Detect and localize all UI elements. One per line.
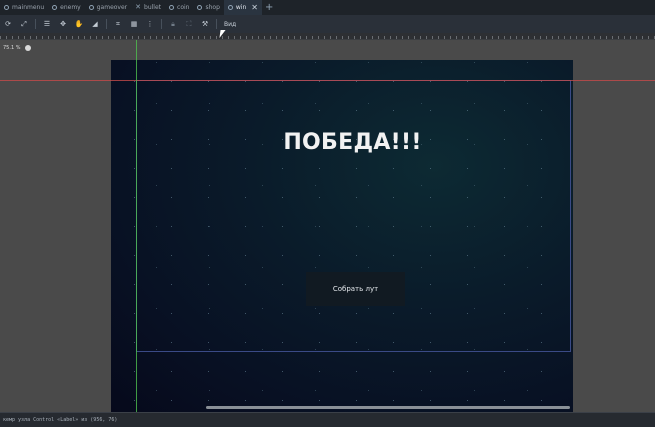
scene-circle-icon xyxy=(169,5,175,10)
editor-toolbar: ⟳ ⤢ ☰ ✥ ✋ ◢ ⌗ ▦ ⋮ 🔒︎ ⛶ ⚒ Вид xyxy=(0,15,655,33)
scene-circle-icon xyxy=(52,5,58,10)
tab-shop[interactable]: shop xyxy=(193,0,223,15)
zoom-indicator: 75.1 % xyxy=(3,45,32,51)
viewport-frame xyxy=(136,80,571,352)
add-tab-icon[interactable]: + xyxy=(262,2,276,13)
pivot-icon[interactable]: ✥ xyxy=(57,18,69,30)
scene-circle-icon xyxy=(88,5,94,10)
status-bar: кемр узла Control «Label» из (956, 76) xyxy=(0,412,655,427)
tab-label: mainmenu xyxy=(12,4,45,11)
horizontal-scrollbar[interactable] xyxy=(206,406,570,409)
tab-label: enemy xyxy=(60,4,81,11)
toolbar-divider xyxy=(35,19,36,29)
scene-circle-icon xyxy=(227,5,233,10)
tab-gameover[interactable]: gameover xyxy=(85,0,131,15)
pan-icon[interactable]: ✋ xyxy=(73,18,85,30)
rotate-icon[interactable]: ⟳ xyxy=(2,18,14,30)
tab-label: coin xyxy=(177,4,190,11)
more-icon[interactable]: ⋮ xyxy=(144,18,156,30)
scene-cross-icon: ✕ xyxy=(135,3,142,11)
tab-bullet[interactable]: ✕ bullet xyxy=(131,0,165,15)
tab-win[interactable]: win ✕ xyxy=(223,0,262,15)
ruler-icon[interactable]: ◢ xyxy=(89,18,101,30)
tab-enemy[interactable]: enemy xyxy=(48,0,85,15)
scene-circle-icon xyxy=(4,5,9,10)
reset-zoom-icon[interactable] xyxy=(25,45,32,51)
zoom-label[interactable]: 75.1 % xyxy=(3,45,20,51)
scale-icon[interactable]: ⤢ xyxy=(18,18,30,30)
toolbar-divider xyxy=(161,19,162,29)
win-title-label[interactable]: ПОБЕДА!!! xyxy=(240,130,465,155)
view-menu[interactable]: Вид xyxy=(220,21,240,28)
toolbar-divider xyxy=(216,19,217,29)
grid-icon[interactable]: ▦ xyxy=(128,18,140,30)
toolbar-divider xyxy=(106,19,107,29)
tab-label: shop xyxy=(205,4,220,11)
bone-icon[interactable]: ⚒ xyxy=(199,18,211,30)
horizontal-ruler[interactable] xyxy=(0,33,655,40)
tab-label: gameover xyxy=(96,4,128,11)
lock-icon[interactable]: 🔒︎ xyxy=(167,18,179,30)
collect-loot-button[interactable]: Собрать лут xyxy=(306,272,405,306)
horizontal-guide-axis xyxy=(0,80,655,81)
tab-mainmenu[interactable]: mainmenu xyxy=(0,0,48,15)
tab-label: bullet xyxy=(144,4,162,11)
tab-coin[interactable]: coin xyxy=(165,0,193,15)
snap-icon[interactable]: ⌗ xyxy=(112,18,124,30)
scene-tab-bar: mainmenu enemy gameover ✕ bullet coin sho… xyxy=(0,0,655,15)
close-icon[interactable]: ✕ xyxy=(251,3,258,12)
group-icon[interactable]: ⛶ xyxy=(183,18,195,30)
scene-circle-icon xyxy=(197,5,203,10)
vertical-guide-axis xyxy=(136,40,137,412)
list-select-icon[interactable]: ☰ xyxy=(41,18,53,30)
tab-label: win xyxy=(235,4,247,11)
